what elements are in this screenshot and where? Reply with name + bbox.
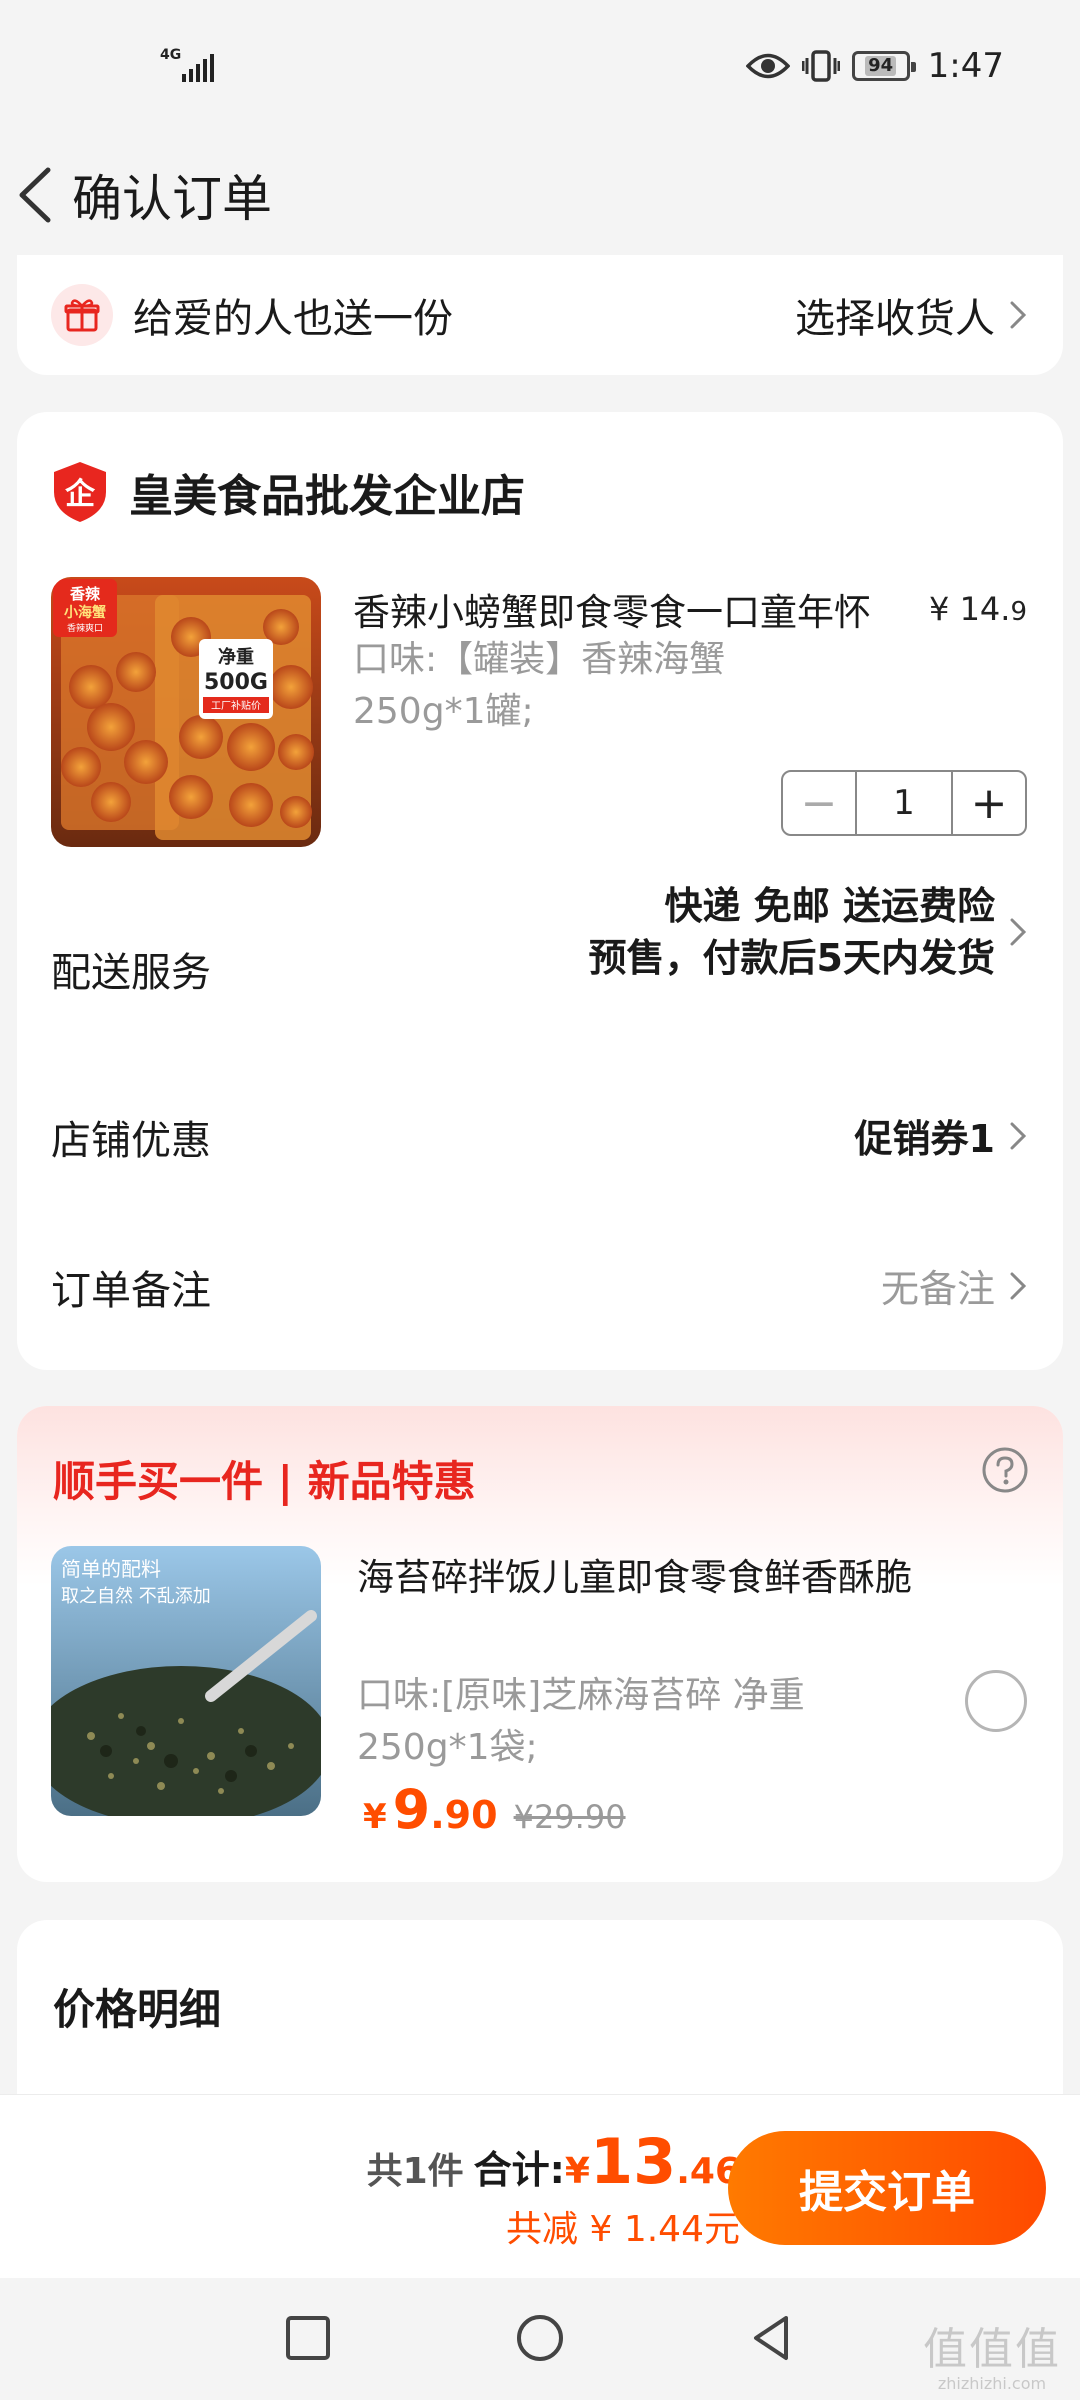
- submit-order-button[interactable]: 提交订单: [728, 2131, 1046, 2245]
- chevron-right-icon: [1010, 918, 1027, 946]
- addon-price-int: 9: [392, 1778, 431, 1841]
- eye-icon: [745, 53, 790, 79]
- svg-text:企: 企: [65, 477, 96, 512]
- coupon-value: 促销券1: [854, 1117, 995, 1161]
- increase-button[interactable]: +: [953, 772, 1025, 834]
- total-saved: 共减 ¥ 1.44元: [506, 2209, 740, 2250]
- price-dec: 9: [1010, 597, 1027, 627]
- quantity-value[interactable]: 1: [855, 772, 953, 834]
- delivery-label: 配送服务: [51, 950, 211, 996]
- addon-product-title[interactable]: 海苔碎拌饭儿童即食零食鲜香酥脆: [357, 1552, 957, 1604]
- product-price: ¥ 14.9: [929, 590, 1027, 628]
- cell-signal-icon: 4G: [160, 48, 220, 86]
- chevron-right-icon: [1010, 301, 1027, 329]
- watermark-url: zhizhizhi.com: [937, 2374, 1047, 2393]
- delivery-line1: 快递 免邮 送运费险: [664, 884, 995, 928]
- addon-image-line2: 取之自然 不乱添加: [61, 1586, 211, 1607]
- decrease-button[interactable]: −: [783, 772, 855, 834]
- price-symbol: ¥: [929, 590, 950, 628]
- product-spec: 口味:【罐装】香辣海蟹250g*1罐;: [353, 639, 726, 732]
- delivery-row[interactable]: 快递 免邮 送运费险 预售，付款后5天内发货: [589, 880, 1029, 984]
- status-bar: 4G 94 1:47: [0, 0, 1080, 135]
- note-value: 无备注: [880, 1267, 995, 1311]
- price-int: 14.: [959, 590, 1011, 628]
- addon-select-radio[interactable]: [965, 1670, 1027, 1732]
- total-symbol: ¥: [564, 2151, 590, 2192]
- image-badge-line1: 香辣: [70, 585, 101, 603]
- addon-title: 顺手买一件 | 新品特惠: [53, 1457, 476, 1506]
- product-image[interactable]: 香辣 小海蟹 香辣爽口 净重 500G 工厂补贴价: [51, 577, 321, 847]
- vibrate-icon: [801, 50, 840, 82]
- checkout-bar: 共1件 合计: ¥ 13 .46 共减 ¥ 1.44元 提交订单: [0, 2094, 1080, 2278]
- recents-square-icon[interactable]: [278, 2308, 338, 2368]
- delivery-line2: 预售，付款后5天内发货: [588, 936, 995, 980]
- home-circle-icon[interactable]: [510, 2308, 570, 2368]
- image-weight-label: 净重: [218, 646, 254, 668]
- addon-card: 顺手买一件 | 新品特惠 简单的配料 取之自然 不乱添加 海苔碎拌饭儿童即食零食…: [17, 1406, 1063, 1882]
- gift-row[interactable]: 给爱的人也送一份 选择收货人: [17, 255, 1063, 375]
- discount-label: 店铺优惠: [51, 1118, 211, 1164]
- gift-icon: [51, 284, 113, 346]
- item-count: 共1件: [366, 2151, 464, 2192]
- choose-recipient-label: 选择收货人: [795, 296, 995, 342]
- nav-header: 确认订单: [0, 135, 1080, 255]
- shop-name: 皇美食品批发企业店: [129, 471, 525, 522]
- chevron-right-icon: [1010, 1122, 1027, 1149]
- note-row[interactable]: 无备注: [881, 1258, 1029, 1313]
- note-label: 订单备注: [51, 1268, 211, 1314]
- total-label: 合计:: [473, 2148, 565, 2192]
- clock: 1:47: [927, 46, 1004, 86]
- image-badge-sub: 香辣爽口: [67, 622, 103, 634]
- addon-price: ¥ 9 .90 ¥29.90: [363, 1778, 626, 1841]
- back-triangle-icon[interactable]: [742, 2308, 802, 2368]
- status-icons: 94 1:47: [745, 46, 1004, 86]
- gift-text: 给爱的人也送一份: [133, 296, 453, 342]
- delivery-info: 快递 免邮 送运费险 预售，付款后5天内发货: [589, 880, 995, 984]
- order-card: 企 皇美食品批发企业店 香辣 小海蟹 香辣爽口 净重 500G 工厂补贴价 香辣…: [17, 412, 1063, 1370]
- watermark-logo: 值值值 zhizhizhi.com: [912, 2326, 1072, 2396]
- addon-product-spec: 口味:[原味]芝麻海苔碎 净重250g*1袋;: [357, 1675, 805, 1768]
- addon-price-dec: .90: [430, 1793, 498, 1837]
- network-type: 4G: [160, 47, 182, 63]
- chevron-right-icon: [1010, 1272, 1027, 1299]
- price-detail-title: 价格明细: [53, 1985, 222, 2034]
- total-int: 13: [589, 2125, 677, 2198]
- addon-product-image[interactable]: 简单的配料 取之自然 不乱添加: [51, 1546, 321, 1816]
- battery-level: 94: [865, 56, 897, 76]
- shop-header[interactable]: 企 皇美食品批发企业店: [51, 460, 525, 524]
- choose-recipient-button[interactable]: 选择收货人: [795, 286, 1029, 344]
- image-badge-line2: 小海蟹: [64, 604, 106, 621]
- addon-original-price: ¥29.90: [513, 1798, 626, 1836]
- image-weight-sub: 工厂补贴价: [211, 699, 261, 712]
- price-detail-card: 价格明细: [17, 1920, 1063, 2120]
- image-weight-value: 500G: [204, 670, 268, 695]
- back-arrow-icon[interactable]: [6, 160, 66, 230]
- order-total: 共1件 合计: ¥ 13 .46 共减 ¥ 1.44元: [367, 2125, 740, 2252]
- battery-icon: 94: [851, 51, 916, 81]
- enterprise-shop-icon: 企: [54, 462, 106, 522]
- page-title: 确认订单: [72, 170, 272, 228]
- addon-image-line1: 简单的配料: [61, 1557, 161, 1581]
- quantity-stepper: − 1 +: [781, 770, 1027, 836]
- discount-row[interactable]: 促销券1: [855, 1108, 1029, 1163]
- help-icon[interactable]: [981, 1446, 1029, 1494]
- addon-price-symbol: ¥: [363, 1797, 387, 1837]
- product-title[interactable]: 香辣小螃蟹即食零食一口童年怀: [353, 582, 871, 636]
- watermark-glyphs: 值值值: [923, 2324, 1061, 2375]
- system-navigation-bar: 值值值 zhizhizhi.com: [0, 2278, 1080, 2400]
